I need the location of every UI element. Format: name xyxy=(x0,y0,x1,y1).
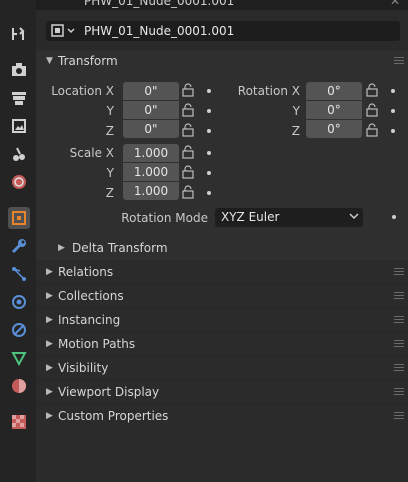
scale-z-label: Z xyxy=(105,186,114,200)
panel-label: Motion Paths xyxy=(58,337,136,351)
keyframe-dot-icon[interactable] xyxy=(392,215,396,219)
scale-y-label: Y xyxy=(106,166,114,180)
object-icon[interactable] xyxy=(8,207,30,229)
tool-icon[interactable] xyxy=(9,24,29,44)
collapsed-arrow-icon: ▶ xyxy=(46,267,53,277)
panel-viewport-display[interactable]: ▶ Viewport Display xyxy=(36,381,408,403)
rotation-x-label: Rotation X xyxy=(237,84,300,98)
close-icon[interactable]: ✕ xyxy=(390,0,400,8)
world-icon[interactable] xyxy=(9,172,29,192)
location-x-field[interactable]: 0" xyxy=(123,82,179,100)
scale-x-label: Scale X xyxy=(69,146,114,160)
collapsed-arrow-icon: ▶ xyxy=(46,291,53,301)
drag-grip-icon[interactable] xyxy=(394,316,404,324)
render-icon[interactable] xyxy=(9,60,29,80)
panel-label: Visibility xyxy=(58,361,109,375)
collapsed-arrow-icon: ▶ xyxy=(46,315,53,325)
rotation-mode-dropdown[interactable]: XYZ Euler xyxy=(215,208,363,227)
transform-label: Transform xyxy=(58,54,118,68)
drag-grip-icon[interactable] xyxy=(394,292,404,300)
keyframe-dot-icon[interactable] xyxy=(207,151,211,155)
rotation-y-field[interactable]: 0° xyxy=(306,101,362,119)
location-z-field[interactable]: 0" xyxy=(123,120,179,138)
rotation-x-field[interactable]: 0° xyxy=(306,82,362,100)
keyframe-dot-icon[interactable] xyxy=(391,89,395,93)
output-icon[interactable] xyxy=(9,88,29,108)
delta-transform-label: Delta Transform xyxy=(72,241,168,255)
panel-label: Collections xyxy=(58,289,124,303)
chevron-down-icon xyxy=(349,213,359,220)
view-layer-icon[interactable] xyxy=(9,116,29,136)
data-icon[interactable] xyxy=(9,348,29,368)
drag-grip-icon[interactable] xyxy=(394,364,404,372)
drag-grip-icon[interactable] xyxy=(394,268,404,276)
scale-y-field[interactable]: 1.000 xyxy=(123,163,179,181)
physics-icon[interactable] xyxy=(9,292,29,312)
expanded-arrow-icon: ▼ xyxy=(46,56,53,66)
scale-z-field[interactable]: 1.000 xyxy=(123,182,179,200)
modifier-icon[interactable] xyxy=(9,236,29,256)
panel-label: Custom Properties xyxy=(58,409,169,423)
location-y-field[interactable]: 0" xyxy=(123,101,179,119)
drag-grip-icon[interactable] xyxy=(394,57,404,65)
panel-label: Instancing xyxy=(58,313,121,327)
rotation-mode-label: Rotation Mode xyxy=(121,211,208,225)
constraints-icon[interactable] xyxy=(9,320,29,340)
collapsed-arrow-icon: ▶ xyxy=(46,387,53,397)
keyframe-dot-icon[interactable] xyxy=(207,171,211,175)
location-x-label: Location X xyxy=(51,84,114,98)
object-name-field[interactable]: PHW_01_Nude_0001.001 xyxy=(46,21,400,41)
texture-icon[interactable] xyxy=(9,412,29,432)
drag-grip-icon[interactable] xyxy=(394,388,404,396)
panel-custom-properties[interactable]: ▶ Custom Properties xyxy=(36,405,408,427)
rotation-z-label: Z xyxy=(291,124,300,138)
rotation-z-field[interactable]: 0° xyxy=(306,120,362,138)
panel-visibility[interactable]: ▶ Visibility xyxy=(36,357,408,379)
panel-instancing[interactable]: ▶ Instancing xyxy=(36,309,408,331)
collapsed-arrow-icon: ▶ xyxy=(46,411,53,421)
panel-label: Viewport Display xyxy=(58,385,160,399)
collapsed-arrow-icon: ▶ xyxy=(58,243,65,253)
material-icon[interactable] xyxy=(9,376,29,396)
keyframe-dot-icon[interactable] xyxy=(391,129,395,133)
drag-grip-icon[interactable] xyxy=(394,340,404,348)
keyframe-dot-icon[interactable] xyxy=(207,191,211,195)
scale-x-field[interactable]: 1.000 xyxy=(123,144,179,162)
panel-motion-paths[interactable]: ▶ Motion Paths xyxy=(36,333,408,355)
panel-collections[interactable]: ▶ Collections xyxy=(36,285,408,307)
panel-relations[interactable]: ▶ Relations xyxy=(36,261,408,283)
delta-transform-header[interactable]: ▶ Delta Transform xyxy=(36,237,408,259)
panel-label: Relations xyxy=(58,265,114,279)
rotation-mode-value: XYZ Euler xyxy=(221,210,280,224)
object-name-row: PHW_01_Nude_0001.001 xyxy=(36,10,408,54)
properties-tab-bar xyxy=(0,0,36,482)
keyframe-dot-icon[interactable] xyxy=(207,89,211,93)
header-title: PHW_01_Nude_0001.001 xyxy=(84,0,235,8)
scene-icon[interactable] xyxy=(9,144,29,164)
collapsed-arrow-icon: ▶ xyxy=(46,363,53,373)
transform-panel-header[interactable]: ▼ Transform xyxy=(36,50,408,72)
object-data-icon[interactable] xyxy=(50,23,78,39)
particles-icon[interactable] xyxy=(9,264,29,284)
location-y-label: Y xyxy=(106,104,114,118)
drag-grip-icon[interactable] xyxy=(394,412,404,420)
collapsed-arrow-icon: ▶ xyxy=(46,339,53,349)
editor-header: PHW_01_Nude_0001.001 ✕ xyxy=(0,0,408,10)
location-z-label: Z xyxy=(105,124,114,138)
keyframe-dot-icon[interactable] xyxy=(207,109,211,113)
keyframe-dot-icon[interactable] xyxy=(391,109,395,113)
object-name-text: PHW_01_Nude_0001.001 xyxy=(84,24,235,38)
keyframe-dot-icon[interactable] xyxy=(207,129,211,133)
rotation-y-label: Y xyxy=(292,104,300,118)
